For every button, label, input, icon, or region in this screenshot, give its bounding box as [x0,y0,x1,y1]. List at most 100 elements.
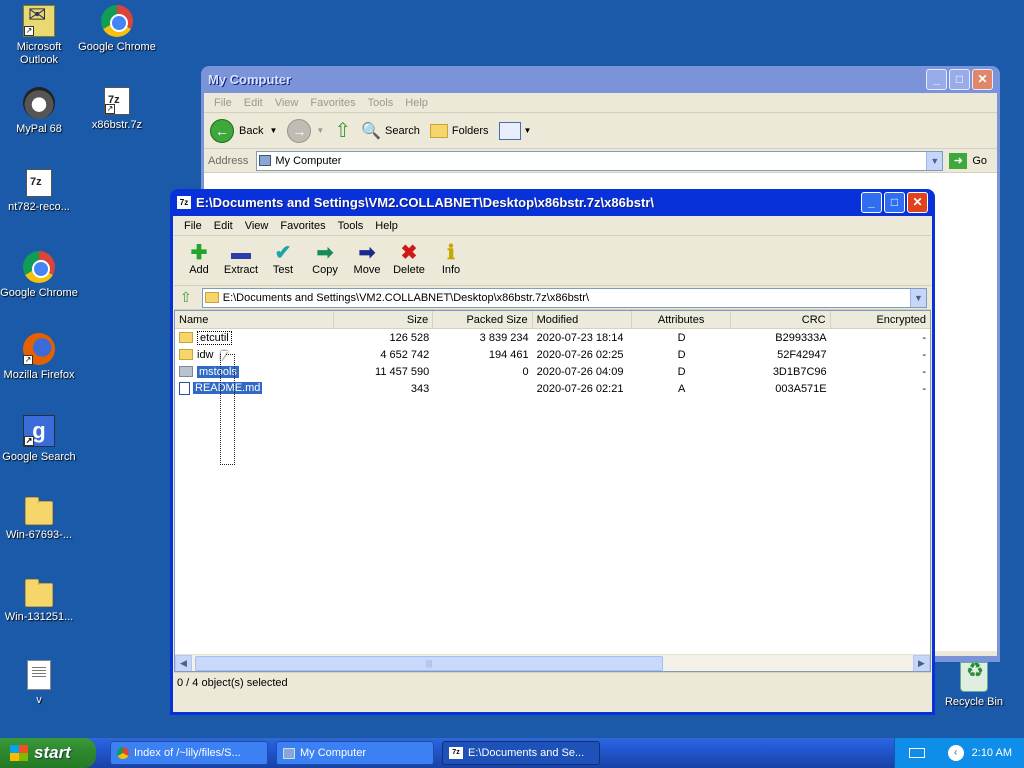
scroll-left-icon[interactable]: ◀ [175,654,192,671]
move-button[interactable]: ➡ Move [346,236,388,285]
desktop-icon-google-search[interactable]: g ↗ Google Search [0,415,78,464]
test-button[interactable]: ✔ Test [262,236,304,285]
selection-marquee [220,354,235,465]
back-button[interactable]: ← Back ▼ [210,118,277,143]
folders-button[interactable]: Folders [429,123,489,138]
path-value: E:\Documents and Settings\VM2.COLLABNET\… [222,291,589,304]
extract-label: Extract [223,264,259,276]
extract-button[interactable]: ▬ Extract [220,236,262,285]
path-bar: ⇧ E:\Documents and Settings\VM2.COLLABNE… [174,286,931,310]
menu-edit[interactable]: Edit [208,220,239,232]
file-size: 4 652 742 [380,348,430,361]
search-icon: 🔍 [361,122,381,140]
file-crc: 52F42947 [777,348,827,361]
firefox-icon: ↗ [23,333,55,365]
column-header-modified[interactable]: Modified [533,311,632,328]
folder-icon [25,497,53,525]
copy-button[interactable]: ➡ Copy [304,236,346,285]
column-header-encrypted[interactable]: Encrypted [831,311,930,328]
table-row[interactable]: idw 4 652 742 194 461 2020-07-26 02:25 D… [175,346,930,363]
desktop-icon-chrome-2[interactable]: Google Chrome [0,251,78,300]
search-button[interactable]: 🔍 Search [361,121,420,141]
file-list[interactable]: Name Size Packed Size Modified Attribute… [174,310,931,672]
file-name: idw [197,348,214,361]
add-icon: ✚ [190,242,208,264]
desktop-icon-mypal[interactable]: MyPal 68 [0,87,78,136]
desktop-icon-outlook[interactable]: ↗ Microsoft Outlook [0,5,78,67]
add-button[interactable]: ✚ Add [178,236,220,285]
views-button[interactable]: ▼ [498,121,531,140]
column-header-name[interactable]: Name [175,311,334,328]
up-folder-icon[interactable]: ⇧ [180,289,192,306]
desktop-icon-nt782[interactable]: nt782-reco... [0,169,78,214]
title-bar[interactable]: My Computer _ □ ✕ [204,66,997,93]
forward-button[interactable]: → ▼ [287,118,324,143]
desktop-icon-x86bstr[interactable]: ↗ x86bstr.7z [78,87,156,132]
desktop-icon-win131251[interactable]: Win-131251... [0,579,78,624]
file-size: 126 528 [389,331,430,344]
desktop-icon-chrome[interactable]: Google Chrome [78,5,156,54]
scroll-right-icon[interactable]: ▶ [913,654,930,671]
table-row[interactable]: mstools 11 457 590 0 2020-07-26 04:09 D … [175,363,930,380]
desktop-icon-recycle-bin[interactable]: Recycle Bin [935,662,1013,709]
title-bar[interactable]: 7z E:\Documents and Settings\VM2.COLLABN… [173,189,932,216]
table-row[interactable]: README.md 343 2020-07-26 02:21 A 003A571… [175,380,930,397]
menu-tools[interactable]: Tools [332,220,370,232]
column-header-crc[interactable]: CRC [731,311,831,328]
close-button[interactable]: ✕ [907,192,928,213]
go-arrow-icon[interactable]: ➜ [949,152,968,169]
taskbar-item-7zip[interactable]: 7z E:\Documents and Se... [442,741,600,765]
delete-button[interactable]: ✖ Delete [388,236,430,285]
up-button[interactable]: ⇧ [334,118,351,143]
desktop-icon-v[interactable]: v [0,660,78,707]
address-input[interactable]: My Computer ▼ [256,150,944,171]
file-encrypted: - [922,365,926,378]
column-header-packed-size[interactable]: Packed Size [433,311,533,328]
taskbar-item-my-computer[interactable]: My Computer [276,741,434,765]
menu-view[interactable]: View [239,220,275,232]
archive-7z-icon: 7z [177,196,191,209]
maximize-button[interactable]: □ [949,69,970,90]
menu-favorites[interactable]: Favorites [274,220,331,232]
clock: 2:10 AM [971,747,1012,759]
table-row[interactable]: etcutil 126 528 3 839 234 2020-07-23 18:… [175,329,930,346]
menu-view[interactable]: View [269,97,305,109]
close-button[interactable]: ✕ [972,69,993,90]
column-header-size[interactable]: Size [334,311,434,328]
menu-help[interactable]: Help [369,220,404,232]
menu-favorites[interactable]: Favorites [304,97,361,109]
column-header-attributes[interactable]: Attributes [632,311,732,328]
desktop-icon-label: Microsoft Outlook [16,41,62,66]
keyboard-icon[interactable] [909,748,925,758]
desktop-icon-firefox[interactable]: ↗ Mozilla Firefox [0,333,78,382]
desktop-icon-win67693[interactable]: Win-67693-... [0,497,78,542]
horizontal-scrollbar[interactable]: ◀ ||| ▶ [175,654,930,671]
menu-file[interactable]: File [208,97,238,109]
menu-help[interactable]: Help [399,97,434,109]
folder-icon [204,292,219,303]
chevron-left-icon[interactable]: ‹ [947,745,964,761]
desktop-icon-label: Mozilla Firefox [3,369,75,381]
go-button[interactable]: Go [972,155,987,167]
desktop-icon-label: nt782-reco... [8,201,70,213]
chevron-down-icon[interactable]: ▼ [926,151,943,170]
minimize-button[interactable]: _ [861,192,882,213]
minimize-button[interactable]: _ [926,69,947,90]
status-text: 0 / 4 object(s) selected [177,676,288,689]
chevron-down-icon[interactable]: ▼ [910,288,926,307]
start-button[interactable]: start [0,738,96,768]
maximize-button[interactable]: □ [884,192,905,213]
menu-edit[interactable]: Edit [238,97,269,109]
menu-file[interactable]: File [178,220,208,232]
scroll-thumb[interactable]: ||| [195,656,663,671]
info-button[interactable]: ℹ Info [430,236,472,285]
menu-tools[interactable]: Tools [362,97,400,109]
taskbar-item-chrome[interactable]: Index of /~lily/files/S... [110,741,268,765]
desktop-icon-label: Google Chrome [78,41,156,53]
add-label: Add [189,264,209,276]
status-bar: 0 / 4 object(s) selected [174,672,931,692]
file-attributes: D [677,331,686,344]
path-input[interactable]: E:\Documents and Settings\VM2.COLLABNET\… [201,287,927,308]
address-label: Address [208,154,249,167]
file-attributes: D [677,365,686,378]
